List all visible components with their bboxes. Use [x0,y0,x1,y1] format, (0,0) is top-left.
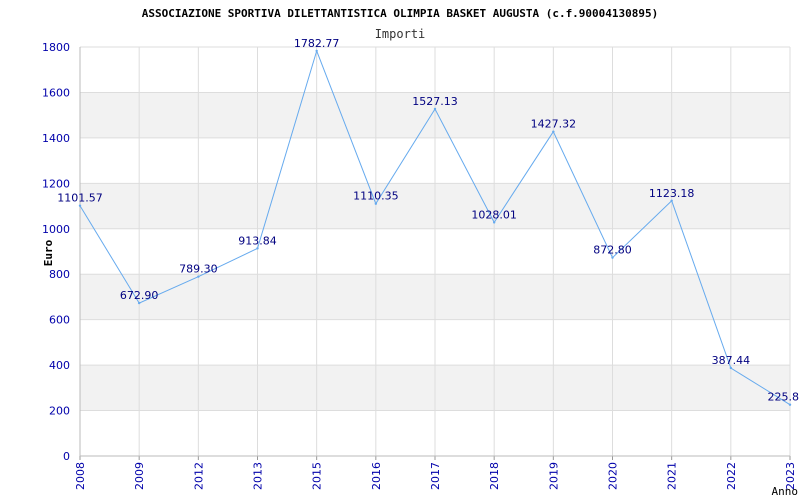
y-tick-label: 1000 [42,223,70,236]
data-point [611,256,614,259]
x-tick-label: 2018 [488,462,501,490]
x-tick-label: 2021 [666,462,679,490]
data-point [433,107,437,111]
data-label: 1427.32 [531,118,577,131]
x-tick-label: 2022 [725,462,738,490]
data-point [552,130,555,133]
y-tick-label: 400 [49,359,70,372]
x-tick-label: 2012 [192,462,205,490]
data-point [788,403,792,406]
chart-root: 0 200 400 600 800 1000 1200 1400 1600 1800 2008 20… [0,0,800,500]
line-chart: 020040060080010001200140016001800 2008 20… [42,7,800,498]
data-point [670,199,673,202]
data-point [137,301,141,305]
x-tick-label: 2009 [133,462,146,490]
x-tick-labels: 2008 2009 2012 2013 2015 2016 2017 2018 2019 2020… [74,462,797,490]
y-tick-label: 600 [49,314,70,327]
data-label: 672.90 [120,289,159,302]
x-tick-label: 2015 [311,462,324,490]
data-point [374,202,378,205]
x-tick-label: 2008 [74,462,87,490]
data-label: 387.44 [712,354,751,367]
data-point [729,366,733,370]
y-tick-label: 200 [49,405,70,418]
data-label: 1123.18 [649,187,695,200]
chart-subtitle: Importi [375,27,426,41]
x-tick-label: 2019 [547,462,560,490]
data-point [78,204,82,207]
data-label: 1028.01 [471,208,517,221]
y-tick-label: 1600 [42,86,70,99]
data-label: 1101.57 [57,192,103,205]
data-point [197,275,200,278]
y-tick-label: 0 [63,450,70,463]
data-point [256,247,259,250]
x-axis-label: Anno [772,485,799,498]
data-point [492,221,496,224]
data-label: 225.8 [768,391,800,404]
x-tick-label: 2016 [370,462,383,490]
y-tick-label: 1400 [42,132,70,145]
chart-title: ASSOCIAZIONE SPORTIVA DILETTANTISTICA OL… [142,7,659,20]
data-label: 1782.77 [294,37,340,50]
x-tick-label: 2013 [252,462,265,490]
data-point [315,49,318,53]
data-label: 913.84 [238,234,277,247]
y-axis-label: Euro [42,239,55,266]
data-label: 872.80 [593,244,632,257]
y-tick-label: 800 [49,268,70,281]
x-tick-label: 2020 [607,462,620,490]
y-tick-label: 1200 [42,177,70,190]
data-label: 789.30 [179,263,218,276]
data-label: 1110.35 [353,190,399,203]
x-tick-label: 2017 [429,462,442,490]
data-label: 1527.13 [412,95,458,108]
y-tick-label: 1800 [42,41,70,54]
